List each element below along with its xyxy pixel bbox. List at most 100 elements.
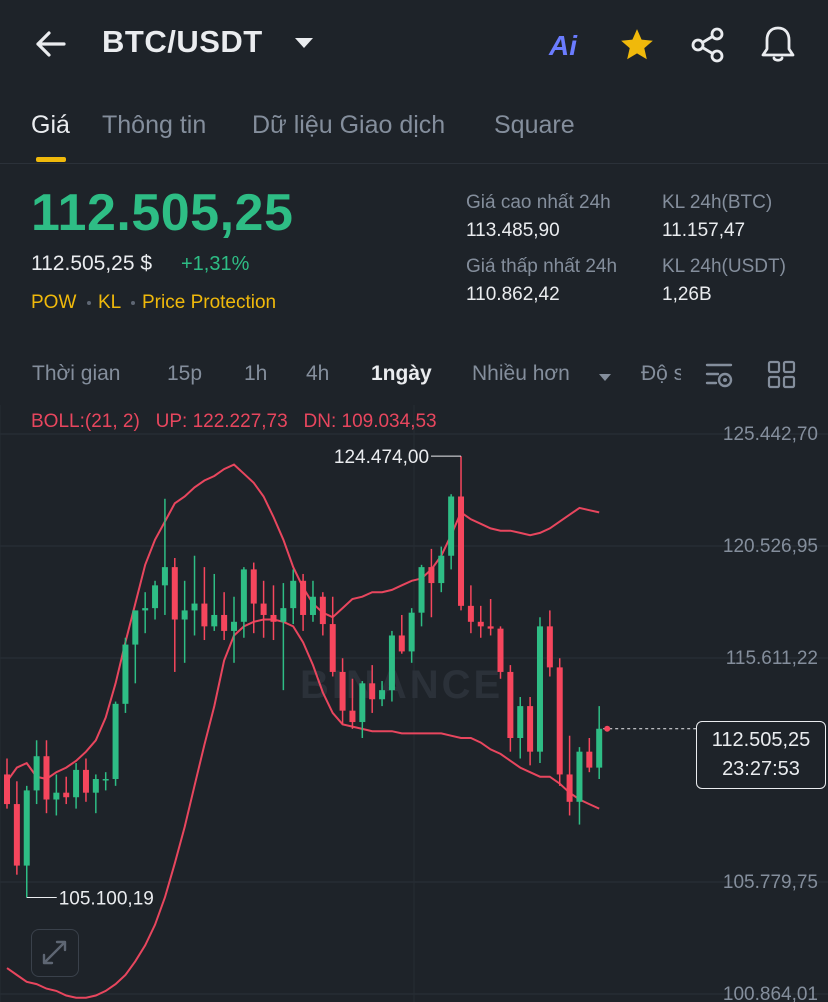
candle-body (290, 580, 297, 609)
candle (33, 740, 40, 805)
candle (300, 573, 307, 631)
candle (122, 637, 129, 713)
candle (73, 763, 80, 809)
notification-button[interactable] (758, 24, 798, 69)
current-price-marker: 112.505,25 23:27:53 (696, 721, 826, 789)
back-button[interactable] (30, 24, 70, 64)
candle (458, 456, 465, 611)
candle (211, 573, 218, 631)
candle (487, 599, 494, 636)
tab-square[interactable]: Square (494, 111, 575, 140)
more-chevron[interactable] (598, 370, 612, 388)
candle-body (201, 603, 208, 627)
candle-body (92, 779, 99, 793)
y-axis-labels: 125.442,70 120.526,95 115.611,22 105.779,75… (723, 424, 818, 1002)
favorite-button[interactable] (618, 26, 656, 69)
candle (309, 580, 316, 622)
candle (102, 772, 109, 791)
candle (586, 737, 593, 773)
candle (576, 747, 583, 825)
candle (467, 585, 474, 634)
candle (270, 585, 277, 641)
max-price-label: 124.474,00 (334, 447, 429, 468)
ai-icon[interactable]: Ai (549, 30, 577, 62)
candle-body (122, 644, 129, 704)
tag-kl[interactable]: KL (98, 292, 121, 314)
candle-body (448, 496, 455, 556)
pair-selector-chevron[interactable] (293, 36, 315, 55)
tag-price-protection[interactable]: Price Protection (142, 292, 276, 314)
candle (596, 706, 603, 780)
candle (181, 580, 188, 663)
indicator-settings-button[interactable] (704, 360, 736, 395)
candle-body (536, 626, 543, 752)
candle (428, 548, 435, 618)
grid-icon (767, 360, 796, 389)
candle-body (576, 751, 583, 802)
candle-body (73, 769, 80, 798)
candle-body (221, 614, 228, 631)
interval-more[interactable]: Nhiều hơn (472, 362, 570, 386)
candle-body (398, 635, 405, 652)
candle (82, 758, 89, 802)
bell-icon (761, 26, 795, 62)
high-24h-value: 113.485,90 (466, 220, 560, 241)
fullscreen-button[interactable] (31, 929, 79, 977)
candle (477, 605, 484, 638)
candle-body (132, 610, 139, 645)
candle-body (280, 608, 287, 622)
candle-body (319, 596, 326, 625)
candle-body (467, 605, 474, 622)
candle (171, 558, 178, 672)
interval-1d[interactable]: 1ngày (371, 362, 432, 386)
candle-body (379, 690, 386, 700)
interval-4h[interactable]: 4h (306, 362, 329, 386)
interval-15m[interactable]: 15p (167, 362, 202, 386)
tab-price[interactable]: Giá (31, 111, 70, 140)
low-24h-value: 110.862,42 (466, 284, 560, 305)
candle-body (231, 621, 238, 631)
vol-btc-label: KL 24h(BTC) (662, 192, 773, 213)
vol-usdt-value: 1,26B (662, 284, 712, 305)
candle (132, 610, 139, 684)
candle-body (517, 706, 524, 738)
candle-body (152, 585, 159, 609)
candle-body (458, 496, 465, 606)
min-price-label: 105.100,19 (59, 888, 154, 909)
candle (546, 610, 553, 677)
candle-body (438, 555, 445, 584)
tab-trading-data[interactable]: Dữ liệu Giao dịch (252, 111, 445, 140)
candle-body (428, 567, 435, 584)
layout-grid-button[interactable] (767, 360, 797, 395)
candle-body (596, 728, 603, 768)
candle-body (408, 612, 415, 652)
candlestick-chart[interactable]: BINANCE 124.474,00105.100,19 125.442,701… (0, 405, 828, 1002)
star-icon (621, 29, 653, 60)
candle (319, 592, 326, 636)
candle-body (4, 774, 10, 805)
candle-body (260, 603, 267, 615)
candle (290, 569, 297, 625)
candle (201, 567, 208, 641)
candle-countdown: 23:27:53 (722, 758, 800, 780)
chevron-down-icon (295, 38, 313, 48)
tag-pow[interactable]: POW (31, 292, 76, 314)
candle-body (53, 792, 60, 800)
usd-price: 112.505,25 $ (31, 252, 153, 275)
pair-title[interactable]: BTC/USDT (102, 24, 263, 60)
tab-info[interactable]: Thông tin (102, 111, 206, 140)
interval-1h[interactable]: 1h (244, 362, 267, 386)
candle (112, 701, 119, 786)
candle (142, 592, 149, 634)
depth-tab[interactable]: Độ s (641, 362, 681, 386)
candle-body (63, 792, 70, 798)
interval-label[interactable]: Thời gian (32, 362, 120, 386)
share-icon (691, 27, 724, 63)
candle-body (102, 779, 109, 781)
last-price: 112.505,25 (31, 184, 294, 242)
boll-indicator-legend: BOLL:(21, 2) UP: 122.227,73 DN: 109.034,… (31, 411, 437, 433)
candle-body (300, 580, 307, 615)
candle-body (556, 667, 563, 775)
share-button[interactable] (689, 26, 727, 69)
candle (23, 785, 30, 898)
